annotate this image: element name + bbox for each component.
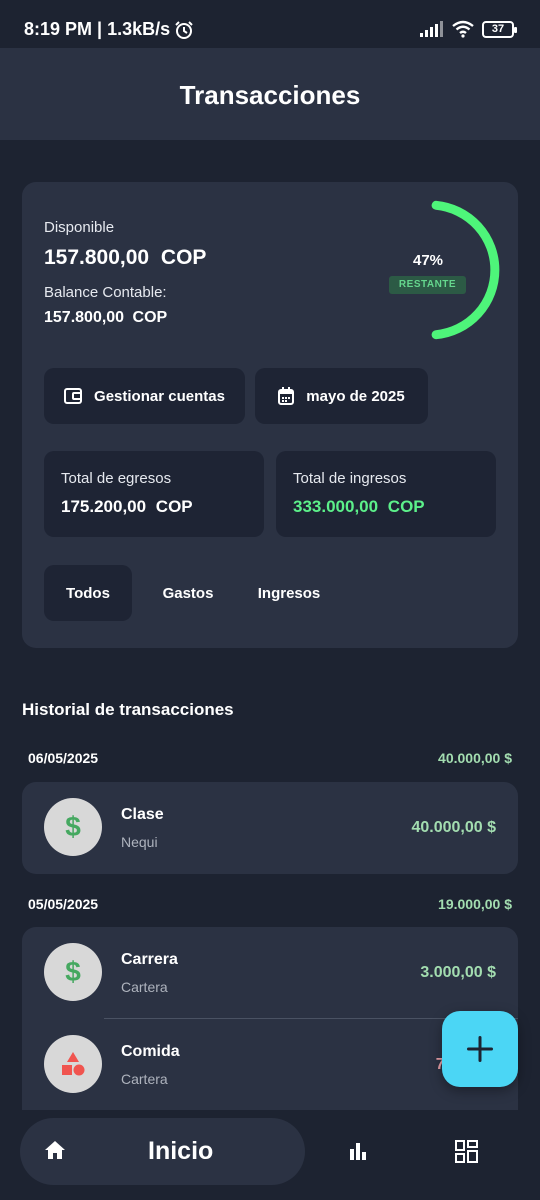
nav-home[interactable]: Inicio [20,1118,305,1185]
available-value: 157.800,00 COP [44,246,207,269]
page-title: Transacciones [179,80,361,110]
expenses-total-card: Total de egresos 175.200,00 COP [44,451,264,537]
income-label: Total de ingresos [293,470,407,487]
month-label: mayo de 2025 [306,387,405,405]
transaction-name: Carrera [121,951,178,968]
group-total: 19.000,00 $ [438,896,512,912]
transaction-name: Comida [121,1043,180,1060]
dollar-icon: $ [44,798,102,856]
transaction-group: $ Clase Nequi 40.000,00 $ [22,782,518,874]
filter-all-tab[interactable]: Todos [44,565,132,621]
transaction-amount: 3.000,00 $ [420,964,496,981]
transaction-account: Nequi [121,834,158,850]
add-transaction-button[interactable] [442,1011,518,1087]
group-date: 05/05/2025 [28,896,99,912]
status-icons: 37 [420,20,517,38]
wifi-icon [452,20,474,38]
wallet-icon [64,388,83,404]
income-total-card: Total de ingresos 333.000,00 COP [276,451,496,537]
expenses-value: 175.200,00 COP [61,497,193,516]
alarm-icon [175,21,193,39]
group-date: 06/05/2025 [28,750,99,766]
status-bar: 8:19 PM | 1.3kB/s 37 [0,0,540,48]
transaction-amount: 40.000,00 $ [411,819,496,836]
balance-value: 157.800,00 COP [44,309,168,326]
filter-income-tab[interactable]: Ingresos [248,565,330,621]
signal-icon [420,21,443,37]
manage-accounts-button[interactable]: Gestionar cuentas [44,368,245,424]
progress-badge: RESTANTE [389,276,466,294]
battery-icon: 37 [482,20,517,38]
history-title: Historial de transacciones [22,700,234,719]
dollar-icon: $ [44,943,102,1001]
expenses-label: Total de egresos [61,470,172,487]
balance-label: Balance Contable: [44,284,167,301]
transaction-group: $ Carrera Cartera 3.000,00 $ Comida Cart… [22,927,518,1110]
transaction-row[interactable]: $ Carrera Cartera 3.000,00 $ [22,927,518,1019]
group-total: 40.000,00 $ [438,750,512,766]
calendar-icon [278,387,295,405]
status-time: 8:19 PM | 1.3kB/s [24,19,171,39]
transaction-row[interactable]: $ Clase Nequi 40.000,00 $ [22,782,518,874]
shapes-icon [44,1035,102,1093]
progress-ring [431,200,500,340]
app-bar: Transacciones [0,48,540,140]
bottom-navigation: Inicio [0,1110,540,1200]
month-selector-button[interactable]: mayo de 2025 [255,368,428,424]
summary-card: Disponible 157.800,00 COP Balance Contab… [22,182,518,648]
filter-expenses-tab[interactable]: Gastos [148,565,228,621]
grid-icon[interactable] [455,1140,478,1163]
nav-home-label: Inicio [148,1137,214,1165]
manage-accounts-label: Gestionar cuentas [94,387,225,405]
progress-percent: 47% [412,252,444,269]
chart-icon[interactable] [347,1141,369,1161]
plus-icon [467,1036,493,1062]
transaction-account: Cartera [121,1071,168,1087]
available-label: Disponible [44,219,115,236]
home-icon [45,1141,65,1159]
transaction-name: Clase [121,806,164,823]
transaction-account: Cartera [121,979,168,995]
progress-ring-arc [431,200,500,340]
income-value: 333.000,00 COP [293,497,425,516]
